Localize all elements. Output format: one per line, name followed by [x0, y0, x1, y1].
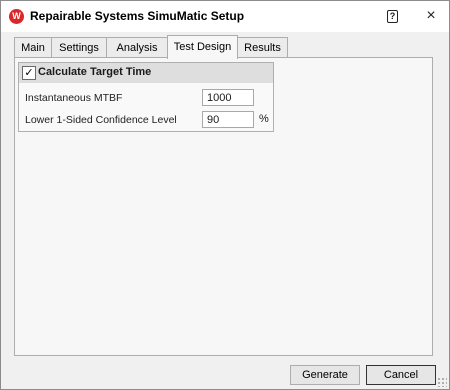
close-button[interactable]: ×: [419, 6, 443, 26]
group-header: ✓ Calculate Target Time: [19, 63, 273, 83]
dialog-window: W Repairable Systems SimuMatic Setup ? ×…: [0, 0, 450, 390]
title-bar: W Repairable Systems SimuMatic Setup ? ×: [1, 1, 449, 32]
confidence-level-input[interactable]: 90: [202, 111, 254, 128]
app-logo-icon: W: [9, 9, 24, 24]
confidence-level-label: Lower 1-Sided Confidence Level: [25, 114, 177, 126]
checkmark-icon: ✓: [24, 67, 34, 79]
window-title: Repairable Systems SimuMatic Setup: [30, 9, 245, 23]
tab-strip: Main Settings Analysis Test Design Resul…: [14, 35, 434, 59]
calculate-target-time-group: ✓ Calculate Target Time Instantaneous MT…: [18, 62, 274, 132]
help-button[interactable]: ?: [381, 8, 405, 26]
calculate-target-time-checkbox[interactable]: ✓: [22, 66, 36, 80]
tab-main[interactable]: Main: [14, 37, 52, 57]
mtbf-label: Instantaneous MTBF: [25, 92, 123, 104]
test-design-panel: ✓ Calculate Target Time Instantaneous MT…: [14, 57, 433, 356]
tab-settings[interactable]: Settings: [51, 37, 107, 57]
tab-test-design[interactable]: Test Design: [167, 35, 238, 59]
tab-analysis[interactable]: Analysis: [106, 37, 168, 57]
tab-results[interactable]: Results: [237, 37, 288, 57]
percent-unit-label: %: [259, 113, 269, 125]
close-icon: ×: [426, 7, 436, 24]
resize-grip[interactable]: [437, 377, 447, 387]
help-icon: ?: [387, 10, 398, 23]
cancel-button[interactable]: Cancel: [366, 365, 436, 385]
mtbf-input[interactable]: 1000: [202, 89, 254, 106]
group-title: Calculate Target Time: [38, 66, 152, 78]
generate-button[interactable]: Generate: [290, 365, 360, 385]
